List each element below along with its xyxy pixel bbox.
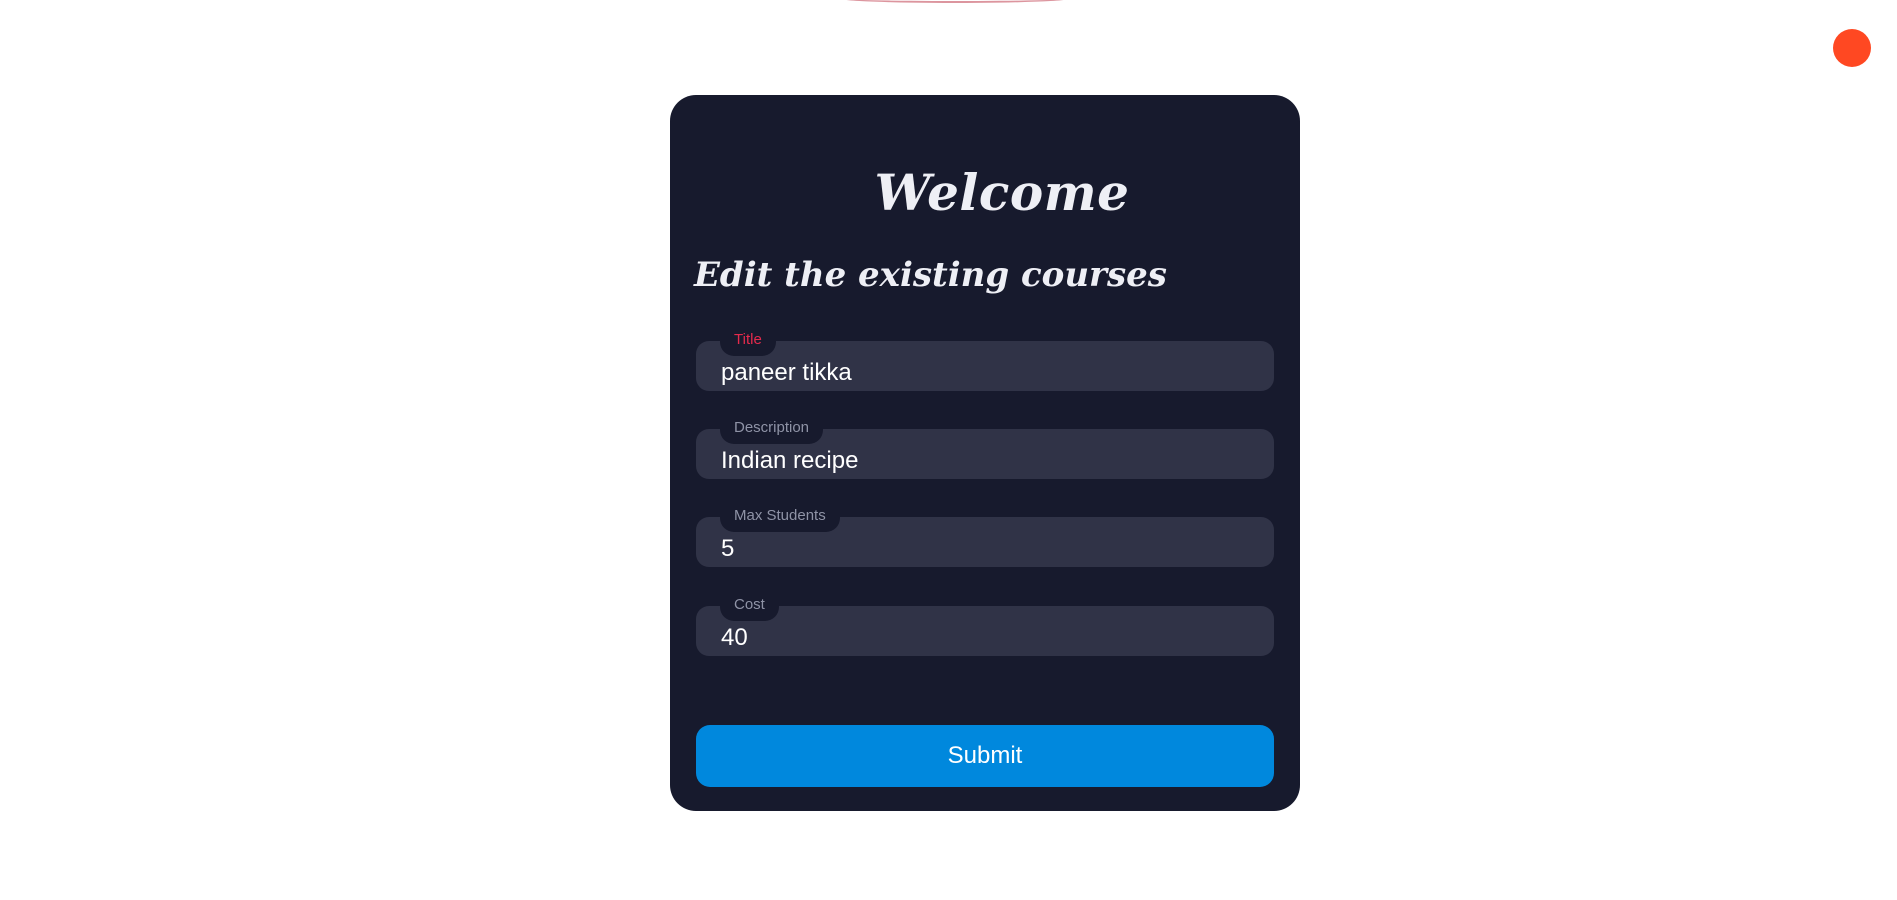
description-field: Description bbox=[696, 418, 1274, 479]
max-students-label: Max Students bbox=[734, 506, 826, 524]
submit-button[interactable]: Submit bbox=[696, 725, 1274, 787]
welcome-heading: Welcome bbox=[874, 163, 1130, 222]
cost-field: Cost bbox=[696, 595, 1274, 656]
cost-label: Cost bbox=[734, 595, 765, 613]
max-students-field: Max Students bbox=[696, 506, 1274, 567]
description-label-tab: Description bbox=[720, 418, 824, 444]
cost-input[interactable] bbox=[696, 606, 1274, 656]
page-subtitle: Edit the existing courses bbox=[694, 255, 1167, 295]
cost-label-tab: Cost bbox=[720, 595, 779, 621]
title-field: Title bbox=[696, 330, 1274, 391]
title-label-tab: Title bbox=[720, 330, 776, 356]
description-label: Description bbox=[734, 418, 810, 436]
max-students-label-tab: Max Students bbox=[720, 506, 840, 532]
title-label: Title bbox=[734, 330, 762, 348]
status-indicator-dot bbox=[1833, 29, 1871, 67]
edit-course-card: Welcome Edit the existing courses Title … bbox=[670, 95, 1300, 811]
decorative-arc bbox=[840, 0, 1070, 3]
title-input[interactable] bbox=[696, 341, 1274, 391]
